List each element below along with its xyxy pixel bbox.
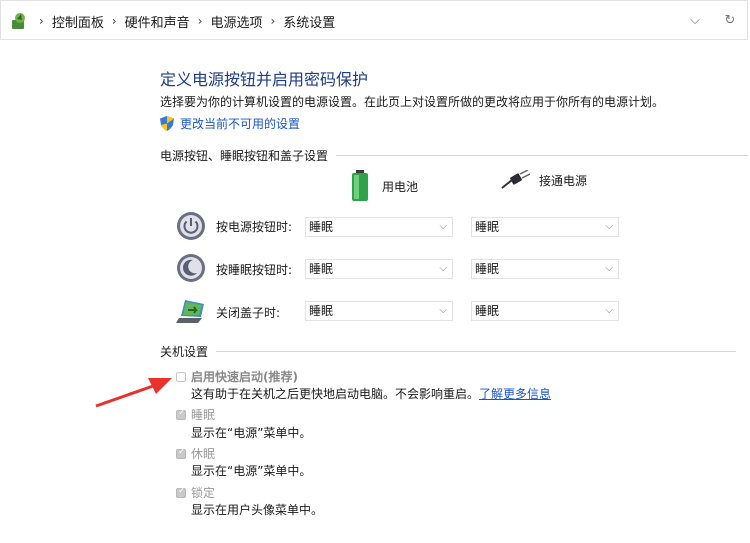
sleep-option-label: 睡眠 bbox=[191, 408, 216, 422]
chevron-right-icon: › bbox=[111, 14, 117, 28]
shutdown-section-header: 关机设置 bbox=[160, 343, 737, 360]
fast-startup-label: 启用快速启动(推荐) bbox=[191, 370, 298, 384]
select-value: 睡眠 bbox=[309, 220, 334, 234]
chevron-right-icon: › bbox=[270, 14, 276, 28]
address-bar: › 控制面板 › 硬件和声音 › 电源选项 › 系统设置 ⌵ ↻ bbox=[0, 0, 748, 40]
red-arrow-annotation bbox=[95, 378, 172, 408]
chevron-down-icon[interactable]: ⌵ bbox=[687, 13, 703, 29]
lock-checkbox[interactable] bbox=[176, 486, 186, 498]
power-button-icon bbox=[177, 212, 205, 240]
learn-more-link[interactable]: 了解更多信息 bbox=[479, 387, 551, 401]
hibernate-option-description: 显示在“电源”菜单中。 bbox=[191, 464, 312, 478]
fast-startup-checkbox[interactable] bbox=[176, 372, 186, 382]
breadcrumb-hardware-sound[interactable]: 硬件和声音 bbox=[125, 12, 190, 31]
fast-startup-description-text: 这有助于在关机之后更快地启动电脑。不会影响重启。 bbox=[191, 387, 480, 401]
select-value: 睡眠 bbox=[309, 262, 334, 276]
power-button-plugged-select[interactable]: 睡眠 ⌵ bbox=[471, 217, 619, 237]
sleep-button-battery-select[interactable]: 睡眠 ⌵ bbox=[305, 259, 453, 279]
change-settings-link[interactable]: 更改当前不可用的设置 bbox=[160, 115, 300, 132]
chevron-down-icon: ⌵ bbox=[439, 221, 447, 232]
divider bbox=[336, 155, 749, 156]
select-value: 睡眠 bbox=[309, 304, 334, 318]
chevron-down-icon: ⌵ bbox=[605, 305, 613, 316]
lock-option-label: 锁定 bbox=[191, 486, 216, 500]
power-buttons-section-header: 电源按钮、睡眠按钮和盖子设置 bbox=[160, 147, 749, 164]
plug-icon bbox=[501, 170, 530, 189]
sleep-button-plugged-select[interactable]: 睡眠 ⌵ bbox=[471, 259, 619, 279]
power-button-label: 按电源按钮时: bbox=[216, 220, 293, 234]
hibernate-checkbox[interactable] bbox=[176, 447, 186, 459]
lid-close-battery-select[interactable]: 睡眠 ⌵ bbox=[305, 301, 453, 321]
laptop-lid-icon bbox=[176, 300, 204, 323]
plugged-column-header: 接通电源 bbox=[500, 170, 587, 190]
chevron-down-icon: ⌵ bbox=[605, 221, 613, 232]
breadcrumb-power-options[interactable]: 电源选项 bbox=[210, 12, 262, 31]
power-button-battery-select[interactable]: 睡眠 ⌵ bbox=[305, 217, 453, 237]
select-value: 睡眠 bbox=[475, 304, 500, 318]
fast-startup-description: 这有助于在关机之后更快地启动电脑。不会影响重启。了解更多信息 bbox=[191, 385, 551, 402]
chevron-down-icon: ⌵ bbox=[439, 263, 447, 274]
battery-icon bbox=[352, 170, 368, 201]
lid-close-label: 关闭盖子时: bbox=[216, 306, 281, 320]
select-value: 睡眠 bbox=[475, 220, 500, 234]
page-description: 选择要为你的计算机设置的电源设置。在此页上对设置所做的更改将应用于你所有的电源计… bbox=[160, 95, 665, 109]
divider bbox=[216, 351, 737, 352]
chevron-right-icon: › bbox=[39, 14, 44, 28]
plugged-label: 接通电源 bbox=[539, 173, 588, 188]
sleep-button-label: 按睡眠按钮时: bbox=[216, 263, 293, 277]
uac-shield-icon bbox=[160, 116, 174, 131]
battery-column-header: 用电池 bbox=[350, 170, 418, 202]
lock-option-description: 显示在用户头像菜单中。 bbox=[191, 503, 324, 517]
sleep-button-icon bbox=[177, 254, 205, 282]
sleep-checkbox[interactable] bbox=[176, 408, 186, 420]
battery-label: 用电池 bbox=[382, 179, 419, 194]
sleep-option-description: 显示在“电源”菜单中。 bbox=[191, 426, 312, 440]
select-value: 睡眠 bbox=[475, 262, 500, 276]
breadcrumb-control-panel[interactable]: 控制面板 bbox=[52, 12, 104, 31]
refresh-icon[interactable]: ↻ bbox=[722, 13, 738, 29]
chevron-right-icon: › bbox=[197, 14, 203, 28]
chevron-down-icon: ⌵ bbox=[605, 263, 613, 274]
breadcrumb-system-settings[interactable]: 系统设置 bbox=[283, 12, 335, 31]
power-section-title: 电源按钮、睡眠按钮和盖子设置 bbox=[160, 149, 329, 163]
page-title: 定义电源按钮并启用密码保护 bbox=[160, 70, 369, 89]
breadcrumb: › 控制面板 › 硬件和声音 › 电源选项 › 系统设置 bbox=[31, 1, 335, 41]
hibernate-option-label: 休眠 bbox=[191, 447, 216, 461]
chevron-down-icon: ⌵ bbox=[439, 305, 447, 316]
control-panel-icon bbox=[12, 13, 25, 29]
lid-close-plugged-select[interactable]: 睡眠 ⌵ bbox=[471, 301, 619, 321]
shutdown-section-title: 关机设置 bbox=[160, 345, 209, 359]
change-settings-link-label: 更改当前不可用的设置 bbox=[180, 117, 301, 131]
